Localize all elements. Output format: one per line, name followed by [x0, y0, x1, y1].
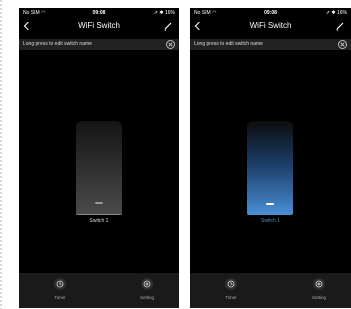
page-title: WiFi Switch: [78, 21, 120, 30]
clock-icon: [54, 278, 66, 290]
gear-icon: [141, 278, 153, 290]
timer-tab[interactable]: Timer: [46, 278, 74, 300]
setting-label: Setting: [311, 295, 326, 300]
hint-text: Long press to edit switch name: [23, 41, 92, 47]
nav-bar: WiFi Switch: [19, 20, 179, 34]
hint-banner: Long press to edit switch name: [19, 39, 179, 50]
nav-bar: WiFi Switch: [190, 20, 351, 34]
phone-screen-on: No SIM ◠ 09:08 ➚ ✱ 16% WiFi Switch Long …: [190, 8, 351, 308]
bottom-tab-bar: Timer Setting: [19, 273, 179, 308]
bluetooth-icon: ✱: [331, 10, 336, 16]
hint-text: Long press to edit switch name: [194, 41, 263, 47]
timer-label: Timer: [225, 295, 237, 300]
battery-indicator: ➚ ✱ 16%: [153, 10, 175, 16]
switch-name[interactable]: Switch 1: [19, 218, 179, 224]
switch-indicator: [95, 202, 103, 204]
bottom-tab-bar: Timer Setting: [190, 273, 351, 308]
switch-name[interactable]: Switch 1: [190, 218, 351, 224]
setting-tab[interactable]: Setting: [305, 278, 333, 300]
status-bar: No SIM ◠ 09:08 ➚ ✱ 16%: [190, 9, 351, 17]
clock-icon: [225, 278, 237, 290]
switch-button[interactable]: [76, 121, 122, 215]
edit-icon[interactable]: [335, 21, 345, 31]
hint-banner: Long press to edit switch name: [190, 39, 351, 50]
switch-indicator: [266, 203, 274, 205]
phone-screen-off: No SIM ◠ 09:08 ➚ ✱ 16% WiFi Switch Long …: [19, 8, 179, 308]
timer-label: Timer: [54, 295, 66, 300]
setting-label: Setting: [139, 295, 154, 300]
close-icon[interactable]: [166, 40, 175, 49]
page-border: [0, 0, 2, 309]
location-icon: ➚: [153, 10, 158, 16]
setting-tab[interactable]: Setting: [133, 278, 161, 300]
close-icon[interactable]: [338, 40, 347, 49]
battery-indicator: ➚ ✱ 16%: [325, 10, 347, 16]
switch-button[interactable]: [247, 121, 293, 215]
location-icon: ➚: [325, 10, 330, 16]
timer-tab[interactable]: Timer: [217, 278, 245, 300]
gear-icon: [313, 278, 325, 290]
page-title: WiFi Switch: [249, 21, 292, 30]
edit-icon[interactable]: [163, 21, 173, 31]
status-bar: No SIM ◠ 09:08 ➚ ✱ 16%: [19, 9, 179, 17]
bluetooth-icon: ✱: [159, 10, 164, 16]
